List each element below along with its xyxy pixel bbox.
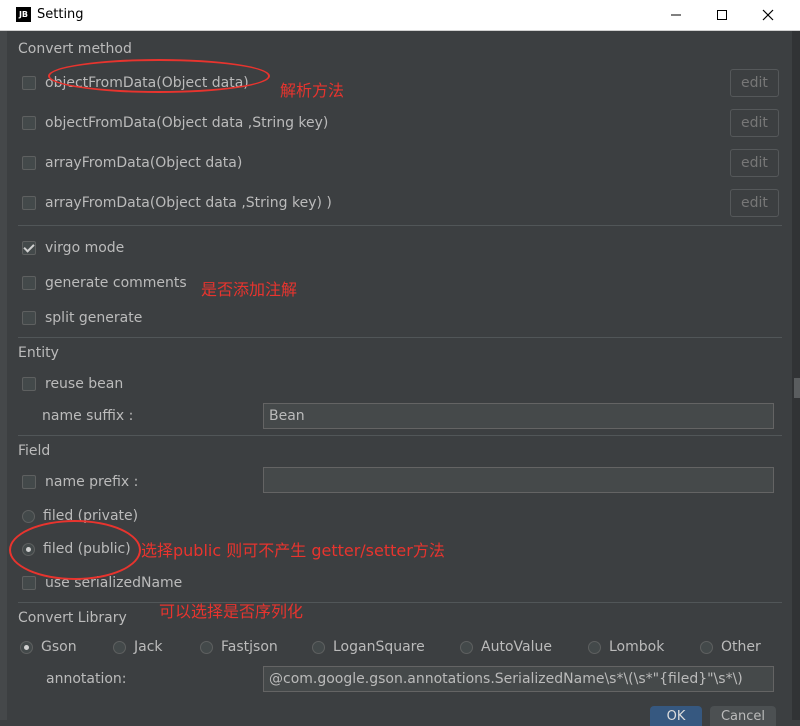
library-option-autovalue[interactable]: AutoValue [460, 637, 552, 657]
method-option-3[interactable]: arrayFromData(Object data ,String key) ) [22, 193, 332, 213]
library-option-other[interactable]: Other [700, 637, 761, 657]
separator [18, 225, 782, 226]
method-1-label: objectFromData(Object data ,String key) [45, 115, 329, 131]
library-jack-label: Jack [134, 639, 163, 655]
split-generate-label: split generate [45, 310, 143, 326]
section-convert-method-title: Convert method [18, 41, 132, 57]
separator [18, 602, 782, 603]
generate-comments-checkbox[interactable] [22, 276, 36, 290]
background-editor-left-edge [0, 31, 7, 720]
section-field-title: Field [18, 443, 51, 459]
name-prefix-checkbox[interactable] [22, 475, 36, 489]
library-jack-radio[interactable] [113, 640, 126, 654]
app-logo-icon: JB [16, 7, 31, 22]
use-serialized-name-checkbox[interactable] [22, 576, 36, 590]
split-generate-checkbox[interactable] [22, 311, 36, 325]
split-generate-option[interactable]: split generate [22, 308, 142, 328]
library-option-gson[interactable]: Gson [20, 637, 77, 657]
library-option-logansquare[interactable]: LoganSquare [312, 637, 425, 657]
annotation-add-comments: 是否添加注解 [201, 280, 298, 299]
reuse-bean-option[interactable]: reuse bean [22, 374, 123, 394]
name-suffix-input[interactable]: Bean [263, 403, 774, 429]
library-fastjson-radio[interactable] [200, 640, 213, 654]
library-option-jack[interactable]: Jack [113, 637, 163, 657]
annotation-serialize-choice: 可以选择是否序列化 [159, 602, 304, 621]
method-0-checkbox[interactable] [22, 76, 36, 90]
annotation-input[interactable]: @com.google.gson.annotations.SerializedN… [263, 666, 774, 692]
ok-button[interactable]: OK [650, 706, 702, 726]
title-bar: JB Setting [0, 0, 800, 31]
name-suffix-label: name suffix : [42, 408, 134, 424]
library-autovalue-radio[interactable] [460, 640, 473, 654]
close-button[interactable] [745, 0, 791, 30]
section-convert-library-title: Convert Library [18, 610, 127, 626]
window-title: Setting [37, 7, 84, 22]
virgo-mode-checkbox[interactable] [22, 241, 36, 255]
annotation-select-public: 选择public 则可不产生 getter/setter方法 [141, 541, 445, 560]
section-entity-title: Entity [18, 345, 59, 361]
library-other-radio[interactable] [700, 640, 713, 654]
virgo-mode-option[interactable]: virgo mode [22, 238, 124, 258]
close-icon [762, 9, 774, 21]
library-autovalue-label: AutoValue [481, 639, 552, 655]
library-lombok-radio[interactable] [588, 640, 601, 654]
library-gson-label: Gson [41, 639, 77, 655]
field-private-radio[interactable] [22, 509, 35, 523]
cancel-button[interactable]: Cancel [710, 706, 776, 726]
library-gson-radio[interactable] [20, 640, 33, 654]
method-2-label: arrayFromData(Object data) [45, 155, 243, 171]
method-option-2[interactable]: arrayFromData(Object data) [22, 153, 242, 173]
annotation-label: annotation: [46, 671, 127, 687]
name-prefix-label: name prefix : [45, 474, 139, 490]
reuse-bean-label: reuse bean [45, 376, 124, 392]
method-2-checkbox[interactable] [22, 156, 36, 170]
reuse-bean-checkbox[interactable] [22, 377, 36, 391]
name-prefix-option[interactable]: name prefix : [22, 472, 138, 492]
method-option-1[interactable]: objectFromData(Object data ,String key) [22, 113, 328, 133]
generate-comments-option[interactable]: generate comments [22, 273, 187, 293]
background-editor-right-edge [792, 31, 800, 720]
library-option-fastjson[interactable]: Fastjson [200, 637, 278, 657]
name-prefix-input[interactable] [263, 467, 774, 493]
annotation-ellipse-parse-method [48, 59, 270, 93]
method-2-edit-button[interactable]: edit [730, 149, 779, 177]
method-0-edit-button[interactable]: edit [730, 69, 779, 97]
maximize-button[interactable] [699, 0, 745, 30]
library-lombok-label: Lombok [609, 639, 665, 655]
library-logansquare-radio[interactable] [312, 640, 325, 654]
background-scrollbar-thumb[interactable] [794, 378, 800, 398]
settings-dialog: Convert method objectFromData(Object dat… [8, 31, 792, 726]
method-1-edit-button[interactable]: edit [730, 109, 779, 137]
annotation-ellipse-public [9, 520, 141, 580]
library-fastjson-label: Fastjson [221, 639, 278, 655]
minimize-button[interactable] [653, 0, 699, 30]
method-1-checkbox[interactable] [22, 116, 36, 130]
virgo-mode-label: virgo mode [45, 240, 125, 256]
separator [18, 337, 782, 338]
library-other-label: Other [721, 639, 761, 655]
method-3-label: arrayFromData(Object data ,String key) ) [45, 195, 332, 211]
annotation-parse-method: 解析方法 [280, 81, 345, 100]
method-3-edit-button[interactable]: edit [730, 189, 779, 217]
library-logansquare-label: LoganSquare [333, 639, 425, 655]
method-3-checkbox[interactable] [22, 196, 36, 210]
generate-comments-label: generate comments [45, 275, 187, 291]
maximize-icon [717, 10, 727, 20]
minimize-icon [671, 14, 681, 16]
separator [18, 435, 782, 436]
library-option-lombok[interactable]: Lombok [588, 637, 664, 657]
